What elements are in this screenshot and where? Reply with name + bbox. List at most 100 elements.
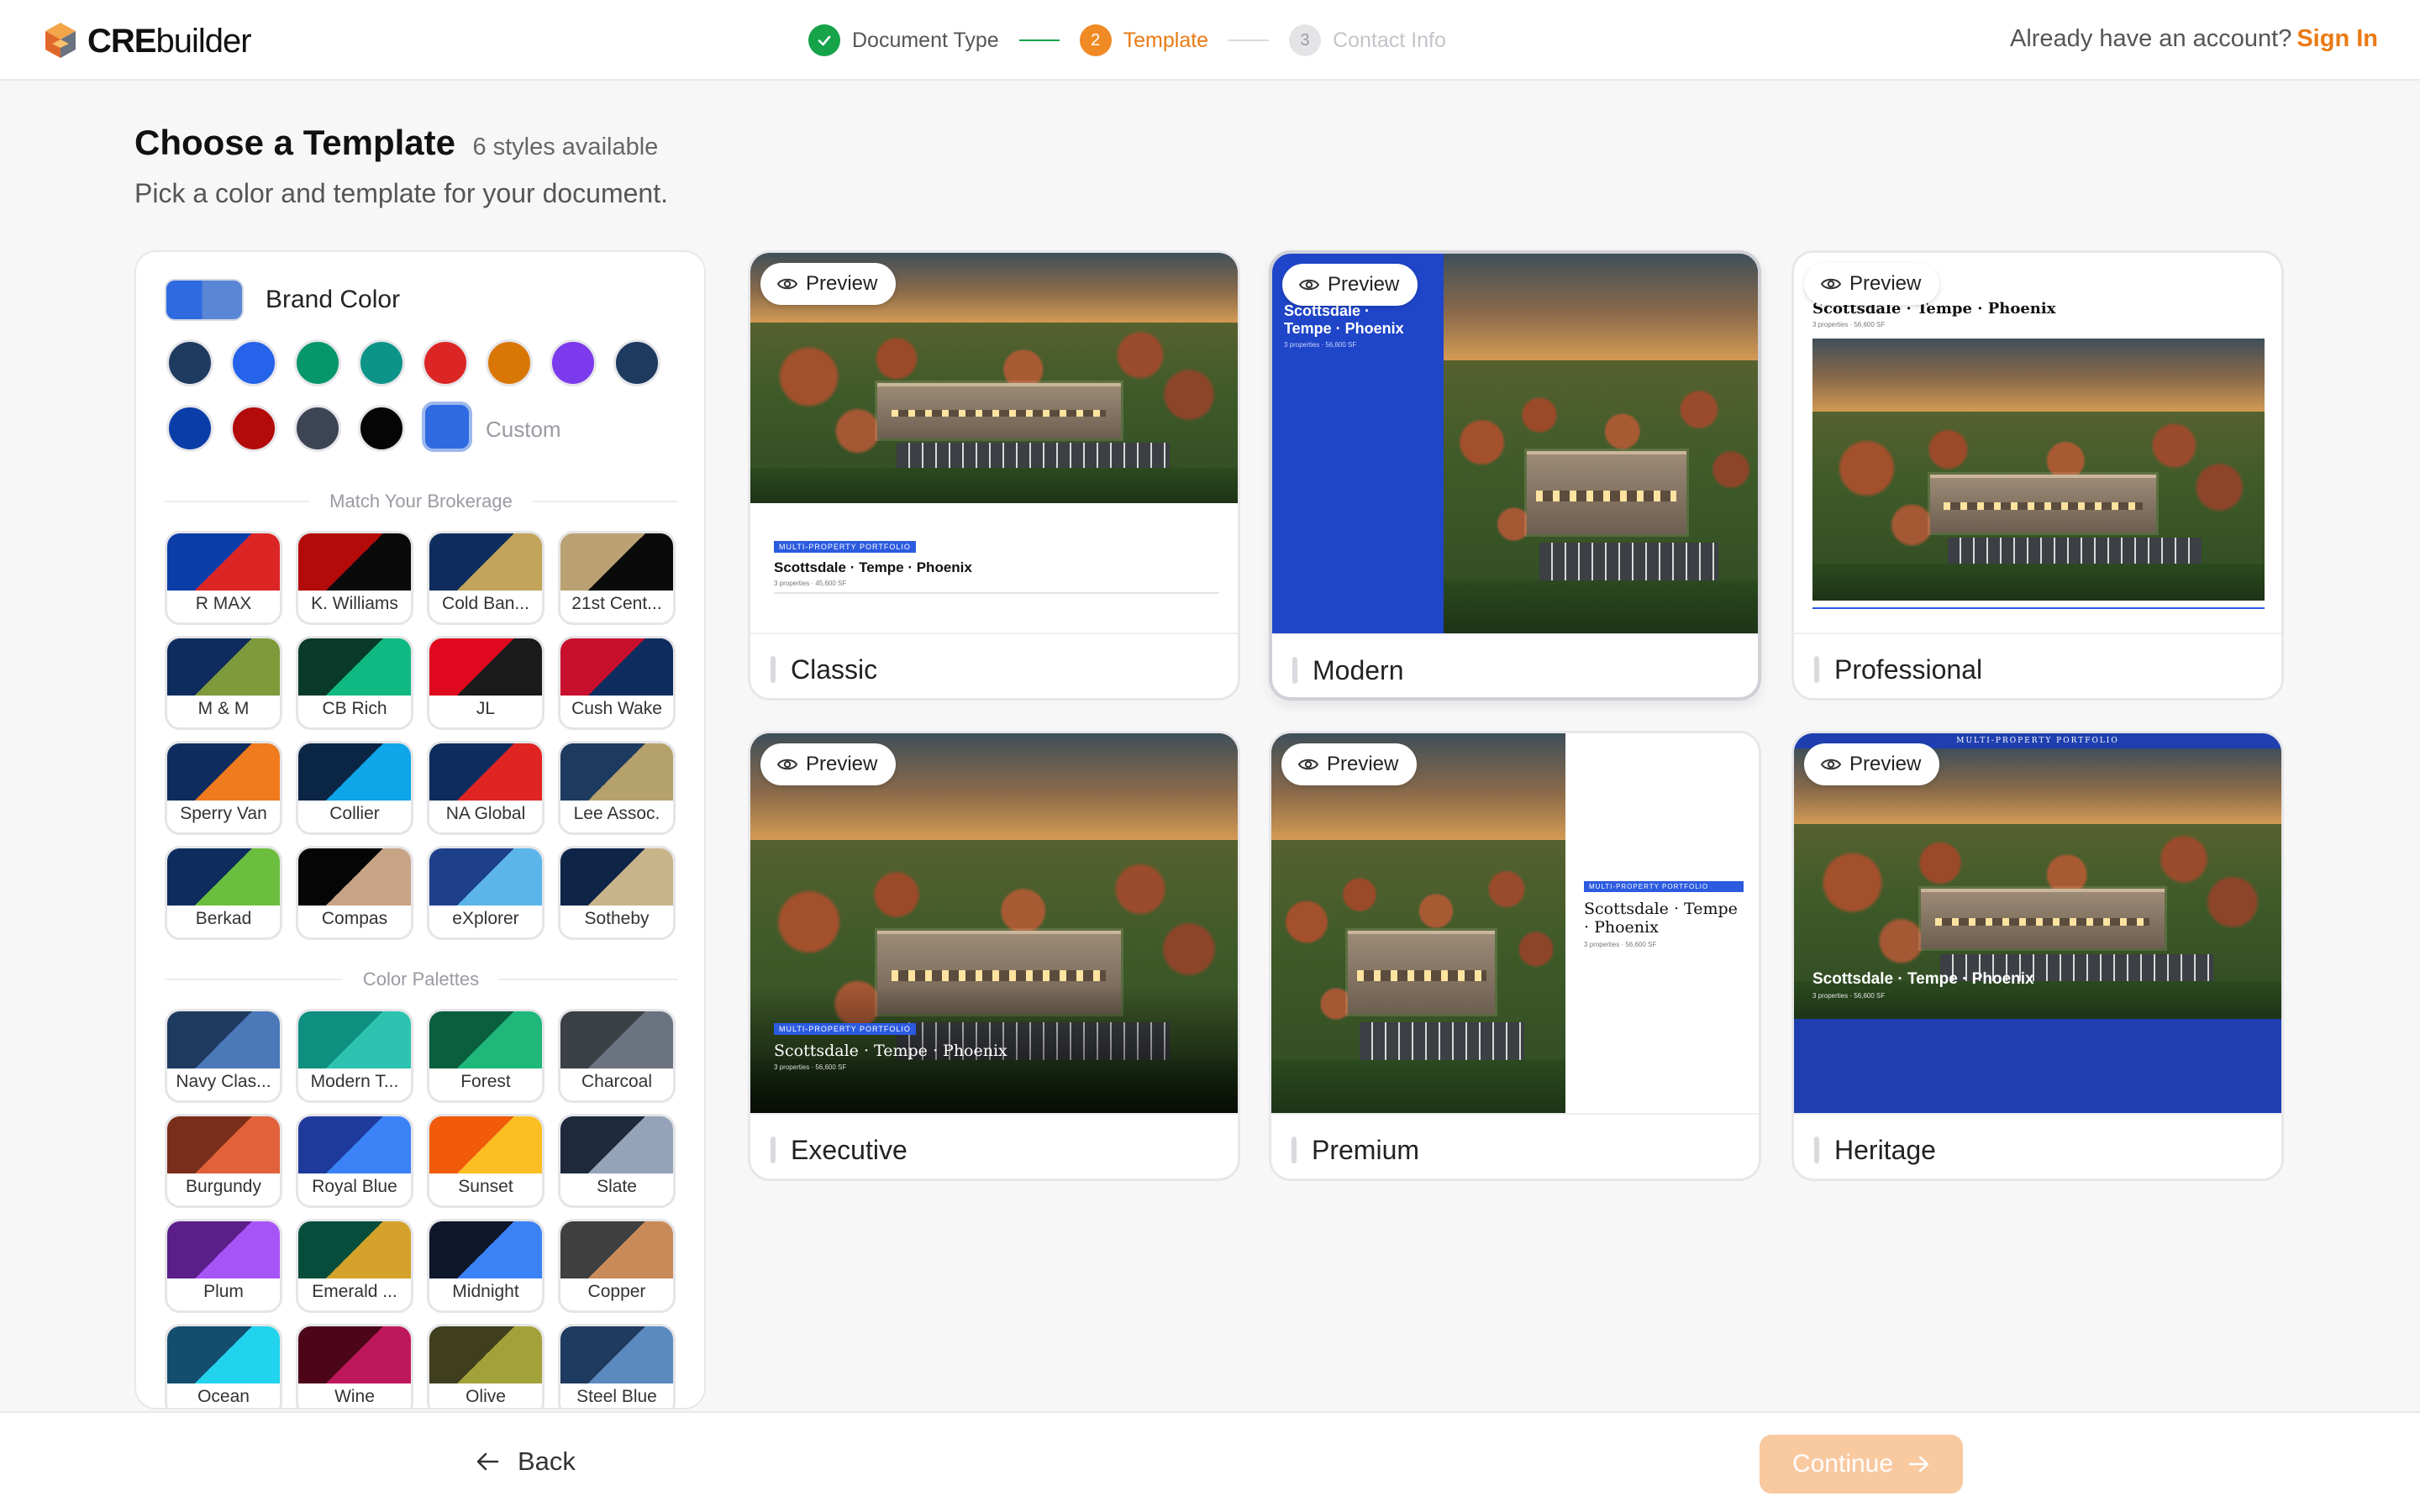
step-label: Contact Info bbox=[1333, 28, 1446, 52]
brokerage-tile[interactable]: Compas bbox=[296, 846, 413, 940]
brokerage-tile[interactable]: CB Rich bbox=[296, 636, 413, 730]
arrow-left-icon bbox=[476, 1452, 499, 1471]
brand-color-preview[interactable] bbox=[165, 279, 244, 321]
palette-tile[interactable]: Olive bbox=[427, 1324, 544, 1408]
palette-name: Emerald ... bbox=[312, 1282, 397, 1301]
brokerage-tile[interactable]: Cold Ban... bbox=[427, 531, 544, 625]
color-swatch[interactable] bbox=[550, 339, 597, 386]
brokerage-tile[interactable]: R MAX bbox=[165, 531, 282, 625]
palette-tile[interactable]: Charcoal bbox=[558, 1009, 676, 1103]
palette-tile[interactable]: Modern T... bbox=[296, 1009, 413, 1103]
color-swatch[interactable] bbox=[358, 339, 405, 386]
palette-tile[interactable]: Copper bbox=[558, 1219, 676, 1313]
preview-button[interactable]: Preview bbox=[760, 743, 897, 785]
step-document-type[interactable]: Document Type bbox=[808, 24, 999, 56]
brokerage-tile[interactable]: M & M bbox=[165, 636, 282, 730]
eye-icon bbox=[777, 278, 797, 290]
palette-name: Plum bbox=[203, 1282, 244, 1301]
step-connector bbox=[1018, 39, 1060, 41]
brokerage-swatch bbox=[560, 848, 673, 906]
color-swatch[interactable] bbox=[613, 339, 660, 386]
palette-tile[interactable]: Navy Clas... bbox=[165, 1009, 282, 1103]
palette-tile[interactable]: Steel Blue bbox=[558, 1324, 676, 1408]
check-icon bbox=[808, 24, 840, 56]
palette-tile[interactable]: Ocean bbox=[165, 1324, 282, 1408]
preview-button[interactable]: Preview bbox=[1804, 263, 1940, 305]
brokerage-name: R MAX bbox=[195, 594, 252, 613]
brokerage-swatch bbox=[560, 533, 673, 591]
property-photo bbox=[1812, 339, 2265, 601]
brokerage-name: Cold Ban... bbox=[442, 594, 529, 613]
brokerage-tile[interactable]: Berkad bbox=[165, 846, 282, 940]
color-swatch[interactable] bbox=[230, 339, 277, 386]
brokerage-name: Berkad bbox=[195, 909, 252, 928]
logo[interactable]: CREbuilder bbox=[39, 18, 252, 64]
palette-tile[interactable]: Burgundy bbox=[165, 1114, 282, 1208]
back-button[interactable]: Back bbox=[476, 1446, 576, 1477]
color-swatch[interactable] bbox=[166, 405, 213, 452]
brokerage-swatch bbox=[560, 743, 673, 801]
color-swatch[interactable] bbox=[422, 339, 469, 386]
brokerage-tile[interactable]: JL bbox=[427, 636, 544, 730]
palette-tile[interactable]: Forest bbox=[427, 1009, 544, 1103]
doc-caption: Scottsdale · Tempe · Phoenix 3 propertie… bbox=[1284, 302, 1404, 349]
step-template[interactable]: 2 Template bbox=[1079, 24, 1208, 56]
template-preview-art: MULTI-PROPERTY PORTFOLIO Scottsdale · Te… bbox=[1794, 733, 2281, 1113]
arrow-right-icon bbox=[1908, 1456, 1929, 1473]
palette-tile[interactable]: Sunset bbox=[427, 1114, 544, 1208]
palette-swatch bbox=[167, 1326, 280, 1383]
template-card-footer: Executive bbox=[750, 1113, 1238, 1179]
custom-color-label[interactable]: Custom bbox=[486, 417, 561, 443]
eye-icon bbox=[777, 759, 797, 770]
preview-button[interactable]: Preview bbox=[1281, 743, 1418, 785]
template-card-premium[interactable]: MULTI-PROPERTY PORTFOLIO Scottsdale · Te… bbox=[1269, 731, 1761, 1181]
brokerage-tile[interactable]: Sotheby bbox=[558, 846, 676, 940]
step-contact-info[interactable]: 3 Contact Info bbox=[1289, 24, 1446, 56]
color-swatch[interactable] bbox=[166, 339, 213, 386]
palette-tile[interactable]: Wine bbox=[296, 1324, 413, 1408]
preview-button[interactable]: Preview bbox=[1804, 743, 1940, 785]
template-card-classic[interactable]: MULTI-PROPERTY PORTFOLIO Scottsdale · Te… bbox=[748, 250, 1240, 701]
sign-in-link[interactable]: Sign In bbox=[2296, 25, 2378, 52]
palette-swatch bbox=[560, 1326, 673, 1383]
logo-text: CREbuilder bbox=[87, 22, 252, 60]
palette-swatch bbox=[560, 1116, 673, 1173]
brokerage-tile[interactable]: Sperry Van bbox=[165, 741, 282, 835]
color-swatch[interactable] bbox=[230, 405, 277, 452]
template-name: Professional bbox=[1834, 654, 1983, 685]
brokerage-tile[interactable]: Collier bbox=[296, 741, 413, 835]
color-swatch[interactable] bbox=[358, 405, 405, 452]
template-card-footer: Professional bbox=[1794, 633, 2281, 698]
palette-tile[interactable]: Slate bbox=[558, 1114, 676, 1208]
template-card-executive[interactable]: MULTI-PROPERTY PORTFOLIO Scottsdale · Te… bbox=[748, 731, 1240, 1181]
brokerage-tile[interactable]: 21st Cent... bbox=[558, 531, 676, 625]
continue-button[interactable]: Continue bbox=[1760, 1435, 1963, 1494]
palette-swatch bbox=[298, 1011, 411, 1068]
palette-tile[interactable]: Plum bbox=[165, 1219, 282, 1313]
brokerage-tile[interactable]: Cush Wake bbox=[558, 636, 676, 730]
preview-button[interactable]: Preview bbox=[1282, 264, 1418, 306]
custom-color-swatch[interactable] bbox=[422, 402, 472, 452]
palette-swatch bbox=[429, 1116, 542, 1173]
brokerage-divider: Match Your Brokerage bbox=[165, 491, 678, 512]
palette-swatch bbox=[298, 1116, 411, 1173]
palette-tile[interactable]: Royal Blue bbox=[296, 1114, 413, 1208]
color-swatch[interactable] bbox=[486, 339, 533, 386]
preview-button[interactable]: Preview bbox=[760, 263, 897, 305]
brokerage-tile[interactable]: NA Global bbox=[427, 741, 544, 835]
palette-name: Navy Clas... bbox=[176, 1072, 271, 1091]
palette-tile[interactable]: Emerald ... bbox=[296, 1219, 413, 1313]
palette-swatch bbox=[560, 1221, 673, 1278]
palette-tile[interactable]: Midnight bbox=[427, 1219, 544, 1313]
template-card-heritage[interactable]: MULTI-PROPERTY PORTFOLIO Scottsdale · Te… bbox=[1791, 731, 2284, 1181]
color-swatch[interactable] bbox=[294, 339, 341, 386]
brokerage-tile[interactable]: Lee Assoc. bbox=[558, 741, 676, 835]
template-card-professional[interactable]: Scottsdale · Tempe · Phoenix 3 propertie… bbox=[1791, 250, 2284, 701]
brokerage-name: Compas bbox=[321, 909, 388, 928]
brokerage-tile[interactable]: eXplorer bbox=[427, 846, 544, 940]
palette-swatch bbox=[167, 1221, 280, 1278]
brokerage-tile[interactable]: K. Williams bbox=[296, 531, 413, 625]
palette-name: Royal Blue bbox=[312, 1177, 397, 1196]
template-card-modern[interactable]: Scottsdale · Tempe · Phoenix 3 propertie… bbox=[1269, 250, 1761, 701]
color-swatch[interactable] bbox=[294, 405, 341, 452]
